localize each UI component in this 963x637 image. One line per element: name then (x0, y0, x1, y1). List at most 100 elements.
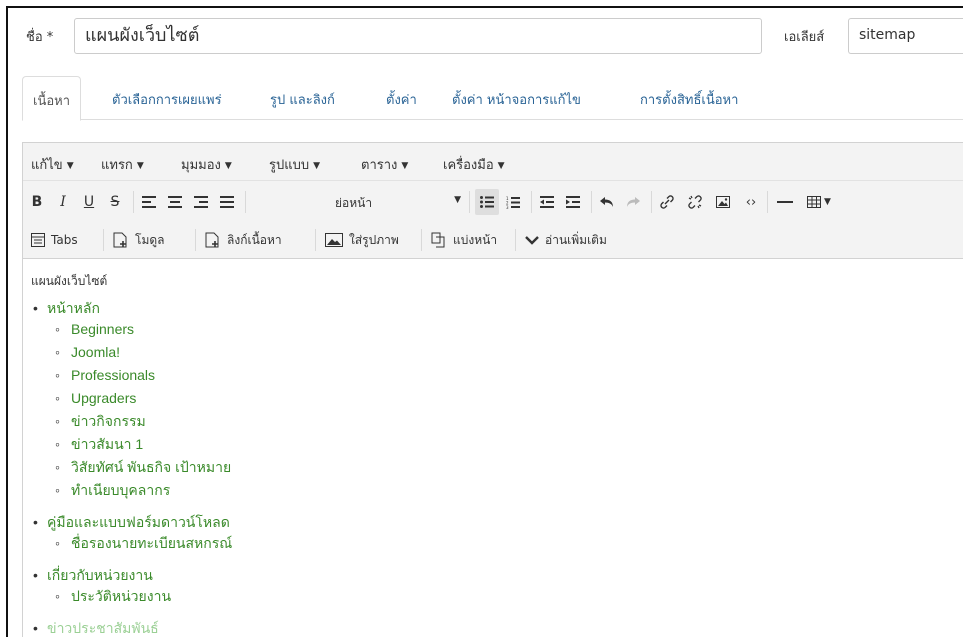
tab-options[interactable]: ตั้งค่า (376, 76, 427, 120)
list-item: ข่าวประชาสัมพันธ์ (31, 618, 232, 637)
indent-icon[interactable] (561, 189, 585, 215)
tab-bar: เนื้อหา ตัวเลือกการเผยแพร่ รูป และลิงก์ … (22, 76, 963, 121)
list-item: ทำเนียบบุคลากร (47, 479, 232, 502)
chevron-down-icon: ▼ (824, 197, 831, 207)
sitemap-link[interactable]: ข่าวประชาสัมพันธ์ (47, 620, 159, 636)
tabs-button[interactable]: Tabs (31, 227, 78, 253)
unlink-icon[interactable] (683, 189, 707, 215)
list-item: Joomla! (47, 341, 232, 364)
readmore-icon (525, 235, 539, 245)
image-icon (325, 233, 343, 247)
chevron-down-icon: ▼ (313, 161, 321, 171)
underline-icon[interactable]: U (77, 189, 101, 215)
toolbar-divider (591, 191, 592, 213)
toolbar-divider (651, 191, 652, 213)
alias-input[interactable]: sitemap (848, 18, 963, 54)
menu-edit[interactable]: แก้ไข ▼ (31, 154, 74, 175)
sitemap-link[interactable]: ข่าวสัมนา 1 (71, 436, 143, 452)
title-input[interactable]: แผนผังเว็บไซต์ (74, 18, 762, 54)
list-item: คู่มือและแบบฟอร์มดาวน์โหลด ชื่อรองนายทะเ… (31, 512, 232, 555)
horizontal-rule-icon[interactable] (773, 189, 797, 215)
title-row: ชื่อ * แผนผังเว็บไซต์ เอเลียส์ sitemap (8, 8, 963, 64)
module-icon (113, 232, 129, 248)
align-justify-icon[interactable] (215, 189, 239, 215)
toolbar-divider (195, 229, 196, 251)
tab-permissions[interactable]: การตั้งสิทธิ์เนื้อหา (630, 76, 748, 120)
sitemap-link[interactable]: ทำเนียบบุคลากร (71, 482, 170, 498)
chevron-down-icon: ▼ (224, 161, 232, 171)
sub-list: Beginners Joomla! Professionals Upgrader… (47, 318, 232, 502)
italic-icon[interactable]: I (51, 189, 75, 215)
sitemap-link[interactable]: ชื่อรองนายทะเบียนสหกรณ์ (71, 535, 232, 551)
pagebreak-icon (431, 232, 447, 248)
tinymce-editor: แก้ไข ▼ แทรก ▼ มุมมอง ▼ รูปแบบ ▼ ตาราง ▼ เครื… (22, 142, 963, 637)
title-label: ชื่อ * (26, 30, 54, 45)
outdent-icon[interactable] (535, 189, 559, 215)
menu-insert[interactable]: แทรก ▼ (101, 154, 144, 175)
sitemap-link[interactable]: วิสัยทัศน์ พันธกิจ เป้าหมาย (71, 459, 231, 475)
sitemap-link[interactable]: คู่มือและแบบฟอร์มดาวน์โหลด (47, 514, 230, 530)
chevron-down-icon: ▼ (66, 161, 74, 171)
list-item: ข่าวกิจกรรม (47, 410, 232, 433)
list-item: เกี่ยวกับหน่วยงาน ประวัติหน่วยงาน (31, 565, 232, 608)
sitemap-link[interactable]: Upgraders (71, 390, 136, 406)
svg-text:3: 3 (506, 205, 509, 209)
link-icon[interactable] (655, 189, 679, 215)
format-select[interactable]: ย่อหน้า ▼ (335, 190, 465, 214)
numbered-list-icon[interactable]: 123 (501, 189, 525, 215)
list-item: ประวัติหน่วยงาน (47, 585, 232, 608)
list-item: Professionals (47, 364, 232, 387)
toolbar-divider (315, 229, 316, 251)
article-edit-form: ชื่อ * แผนผังเว็บไซต์ เอเลียส์ sitemap เ… (6, 6, 963, 637)
list-item: ข่าวสัมนา 1 (47, 433, 232, 456)
alias-label: เอเลียส์ (784, 30, 825, 45)
code-icon[interactable]: ‹› (739, 189, 763, 215)
editor-menubar: แก้ไข ▼ แทรก ▼ มุมมอง ▼ รูปแบบ ▼ ตาราง ▼ เครื… (23, 143, 963, 181)
menu-tools[interactable]: เครื่องมือ ▼ (443, 154, 505, 175)
bullet-list-icon[interactable] (475, 189, 499, 215)
toolbar-divider (103, 229, 104, 251)
align-left-icon[interactable] (137, 189, 161, 215)
editor-toolbar: B I U S ย่อหน้า ▼ 123 ‹› ▼ Tabs โมดูล ลิ… (23, 181, 963, 259)
chevron-down-icon: ▼ (454, 195, 461, 205)
readmore-button[interactable]: อ่านเพิ่มเติม (525, 227, 607, 253)
sitemap-link[interactable]: หน้าหลัก (47, 300, 100, 316)
undo-icon[interactable] (595, 189, 619, 215)
toolbar-divider (245, 191, 246, 213)
toolbar-divider (531, 191, 532, 213)
list-item: ชื่อรองนายทะเบียนสหกรณ์ (47, 532, 232, 555)
chevron-down-icon: ▼ (136, 161, 144, 171)
menu-view[interactable]: มุมมอง ▼ (181, 154, 232, 175)
list-item: หน้าหลัก Beginners Joomla! Professionals… (31, 298, 232, 502)
toolbar-divider (421, 229, 422, 251)
table-icon[interactable]: ▼ (801, 189, 837, 215)
tab-publishing[interactable]: ตัวเลือกการเผยแพร่ (102, 76, 232, 120)
tab-images-links[interactable]: รูป และลิงก์ (260, 76, 345, 120)
pagebreak-button[interactable]: แบ่งหน้า (431, 227, 497, 253)
module-button[interactable]: โมดูล (113, 227, 165, 253)
sitemap-link[interactable]: เกี่ยวกับหน่วยงาน (47, 567, 153, 583)
list-item: Beginners (47, 318, 232, 341)
redo-icon[interactable] (621, 189, 645, 215)
image-icon[interactable] (711, 189, 735, 215)
tab-content[interactable]: เนื้อหา (22, 76, 82, 121)
toolbar-divider (133, 191, 134, 213)
menu-format[interactable]: รูปแบบ ▼ (269, 154, 320, 175)
sitemap-link[interactable]: Professionals (71, 367, 155, 383)
tab-editor-config[interactable]: ตั้งค่า หน้าจอการแก้ไข (442, 76, 591, 120)
align-right-icon[interactable] (189, 189, 213, 215)
content-heading: แผนผังเว็บไซต์ (31, 274, 108, 288)
sub-list: ประวัติหน่วยงาน (47, 585, 232, 608)
bold-icon[interactable]: B (25, 189, 49, 215)
sitemap-link[interactable]: ประวัติหน่วยงาน (71, 588, 171, 604)
sitemap-link[interactable]: ข่าวกิจกรรม (71, 413, 146, 429)
menu-table[interactable]: ตาราง ▼ (361, 154, 408, 175)
article-link-button[interactable]: ลิงก์เนื้อหา (205, 227, 282, 253)
strikethrough-icon[interactable]: S (103, 189, 127, 215)
align-center-icon[interactable] (163, 189, 187, 215)
sitemap-link[interactable]: Beginners (71, 321, 134, 337)
article-link-icon (205, 232, 221, 248)
sitemap-link[interactable]: Joomla! (71, 344, 120, 360)
insert-image-button[interactable]: ใส่รูปภาพ (325, 227, 399, 253)
chevron-down-icon: ▼ (401, 161, 409, 171)
